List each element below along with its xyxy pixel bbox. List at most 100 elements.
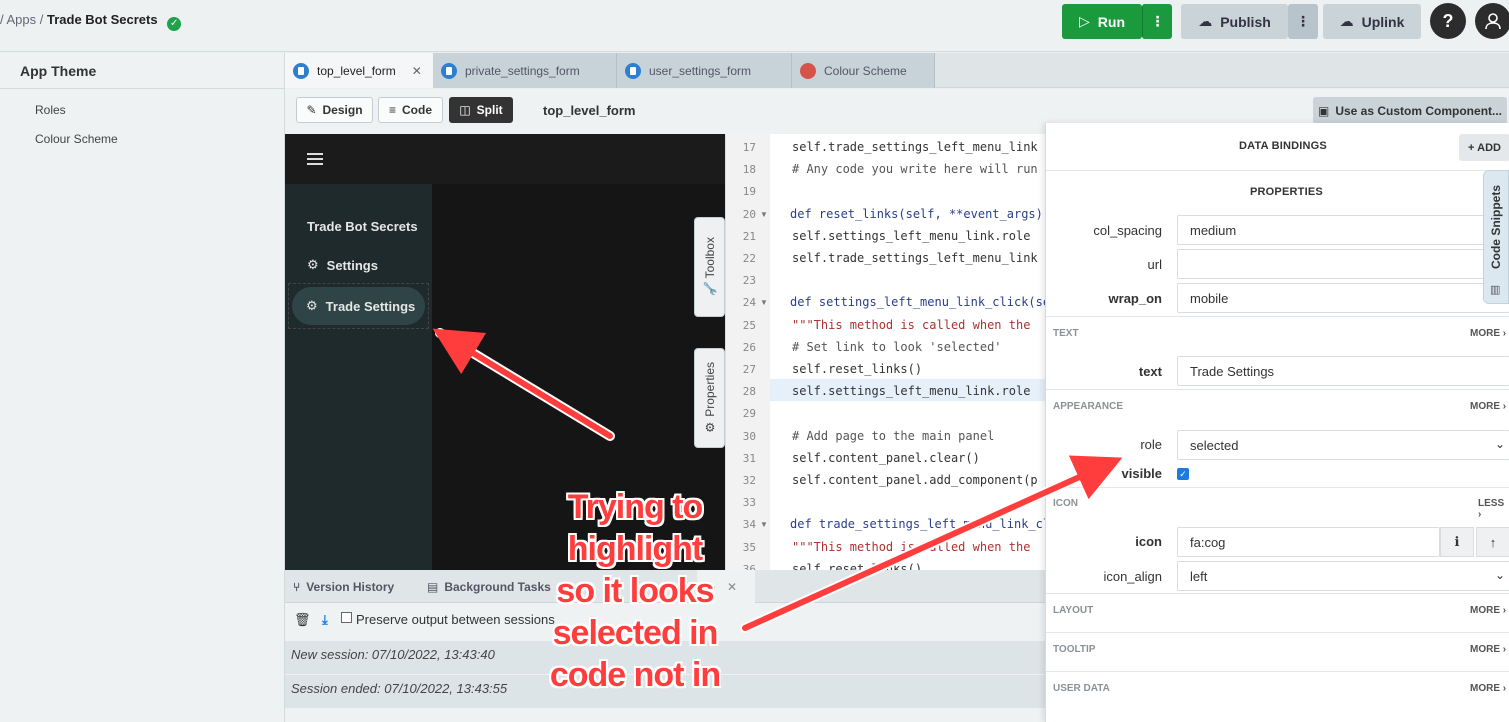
visible-checkbox[interactable]: ✓ (1177, 468, 1189, 480)
hamburger-menu-icon[interactable] (307, 153, 323, 165)
tooltip-section-header[interactable]: TOOLTIP (1053, 644, 1095, 655)
nav-app-title[interactable]: Trade Bot Secrets (307, 219, 418, 234)
chevron-down-icon: ⌄ (1494, 568, 1505, 582)
sidebar-item-colour-scheme[interactable]: Colour Scheme (35, 132, 118, 146)
help-button[interactable]: ? (1430, 3, 1466, 39)
tab-colour-scheme[interactable]: Colour Scheme (792, 53, 935, 88)
custom-component-button[interactable]: ▣ Use as Custom Component... (1313, 97, 1507, 124)
visible-label: visible (1121, 466, 1162, 481)
properties-panel: DATA BINDINGS + ADD PROPERTIES col_spaci… (1045, 123, 1509, 722)
code-line[interactable]: self.trade_settings_left_menu_link (792, 251, 1038, 265)
icon-align-select[interactable]: left ⌄ (1177, 561, 1509, 591)
divider (1046, 593, 1509, 594)
code-editor[interactable]: 17 self.trade_settings_left_menu_link 18 # … (725, 134, 1045, 570)
code-line[interactable]: self.settings_left_menu_link.role (792, 229, 1030, 243)
code-line[interactable]: self.content_panel.add_component(p (792, 473, 1038, 487)
code-line[interactable]: # Set link to look 'selected' (792, 340, 1002, 354)
nav-link-settings[interactable]: ⚙ Settings (307, 257, 378, 273)
code-line[interactable]: def settings_left_menu_link_click(se (790, 295, 1045, 309)
tab-user-settings-form[interactable]: user_settings_form (617, 53, 792, 88)
text-section-header[interactable]: TEXT (1053, 328, 1079, 339)
toolbox-handle[interactable]: 🔧 Toolbox (694, 217, 725, 317)
code-line[interactable]: def reset_links(self, **event_args): (790, 207, 1045, 221)
wrap-on-select[interactable]: mobile (1177, 283, 1509, 313)
tab-top-level-form[interactable]: top_level_form ✕ (285, 53, 433, 88)
left-sidebar: App Theme Roles Colour Scheme (0, 53, 285, 722)
code-snippets-tab[interactable]: Code Snippets ▥ (1483, 170, 1509, 304)
line-number: 27 (742, 363, 756, 376)
tab-version-history[interactable]: ⑂ Version History (285, 570, 419, 603)
pen-icon: ✎ (306, 103, 317, 117)
sidebar-divider (0, 88, 285, 89)
properties-label: ⚙ Properties (702, 361, 717, 435)
annotation-line: so it looks (556, 572, 714, 610)
tab-label: Version History (306, 579, 395, 594)
fold-toggle-icon[interactable]: ▼ (760, 520, 768, 529)
icon-align-value: left (1190, 569, 1208, 584)
icon-info-button[interactable]: ℹ (1440, 527, 1474, 557)
code-line[interactable]: self.settings_left_menu_link.role (792, 384, 1030, 398)
tab-label: private_settings_form (465, 63, 580, 78)
publish-options-button[interactable]: ⋮ (1288, 4, 1318, 39)
code-line[interactable]: self.trade_settings_left_menu_link (792, 140, 1038, 154)
fold-toggle-icon[interactable]: ▼ (760, 210, 768, 219)
appearance-more-toggle[interactable]: MORE › (1470, 401, 1506, 412)
layout-more-toggle[interactable]: MORE › (1470, 605, 1506, 616)
tooltip-more-toggle[interactable]: MORE › (1470, 644, 1506, 655)
icon-upload-button[interactable]: ↑ (1476, 527, 1509, 557)
annotation-text: Trying to highlight so it looks selected… (520, 486, 750, 696)
run-options-button[interactable]: ⋮ (1142, 4, 1172, 39)
close-icon[interactable]: ✕ (412, 64, 422, 78)
code-mode-button[interactable]: ≡ Code (378, 97, 443, 123)
user-data-section-header[interactable]: USER DATA (1053, 683, 1110, 694)
annotation-line: Trying to (567, 488, 704, 526)
properties-title: PROPERTIES (1250, 186, 1323, 198)
preserve-output-checkbox[interactable] (341, 612, 352, 623)
icon-section-header[interactable]: ICON (1053, 498, 1078, 509)
code-line[interactable]: """This method is called when the (792, 540, 1030, 554)
account-button[interactable] (1475, 3, 1509, 39)
run-button[interactable]: ▷ Run (1062, 4, 1142, 39)
sidebar-title[interactable]: App Theme (20, 63, 96, 79)
design-mode-button[interactable]: ✎ Design (296, 97, 373, 123)
text-input[interactable]: Trade Settings (1177, 356, 1509, 386)
nav-link-trade-settings[interactable]: ⚙ Trade Settings (292, 287, 425, 325)
appearance-section-header[interactable]: APPEARANCE (1053, 401, 1123, 412)
split-mode-button[interactable]: ◫ Split (449, 97, 513, 123)
code-line[interactable]: # Add page to the main panel (792, 429, 994, 443)
text-more-toggle[interactable]: MORE › (1470, 328, 1506, 339)
breadcrumb-apps-link[interactable]: / Apps / (0, 12, 43, 27)
divider (1046, 632, 1509, 633)
role-select[interactable]: selected ⌄ (1177, 430, 1509, 460)
scroll-down-icon[interactable]: ⤓ (322, 612, 328, 628)
icon-less-toggle[interactable]: LESS › (1478, 498, 1509, 520)
cogs-icon: ⚙ (307, 257, 319, 272)
uplink-button[interactable]: ☁ Uplink (1323, 4, 1421, 39)
code-line[interactable]: self.reset_links() (792, 362, 922, 376)
trash-icon[interactable]: 🗑 (294, 612, 311, 628)
code-line[interactable]: def trade_settings_left_menu_link_cl (790, 517, 1045, 531)
url-input[interactable] (1177, 249, 1509, 279)
tab-private-settings-form[interactable]: private_settings_form (433, 53, 617, 88)
tab-label: Colour Scheme (824, 63, 907, 78)
help-icon: ? (1442, 10, 1454, 31)
code-line[interactable]: self.reset_links() (792, 562, 922, 570)
line-number: 25 (742, 318, 756, 332)
properties-handle[interactable]: ⚙ Properties (694, 348, 725, 448)
form-icon (441, 62, 457, 79)
wrap-on-label: wrap_on (1108, 291, 1162, 306)
icon-input[interactable]: fa:cog (1177, 527, 1440, 557)
publish-button[interactable]: ☁ Publish (1181, 4, 1288, 39)
user-data-more-toggle[interactable]: MORE › (1470, 683, 1506, 694)
code-line[interactable]: """This method is called when the (792, 318, 1030, 332)
code-line[interactable]: # Any code you write here will run (792, 162, 1038, 176)
add-binding-button[interactable]: + ADD (1459, 134, 1509, 161)
fold-toggle-icon[interactable]: ▼ (760, 298, 768, 307)
form-title: top_level_form (543, 103, 636, 118)
sidebar-item-roles[interactable]: Roles (35, 103, 66, 117)
more-vertical-icon: ⋮ (1296, 13, 1310, 29)
layout-section-header[interactable]: LAYOUT (1053, 605, 1093, 616)
code-snippets-label: Code Snippets (1489, 185, 1503, 270)
code-line[interactable]: self.content_panel.clear() (792, 451, 980, 465)
col-spacing-select[interactable]: medium (1177, 215, 1509, 245)
